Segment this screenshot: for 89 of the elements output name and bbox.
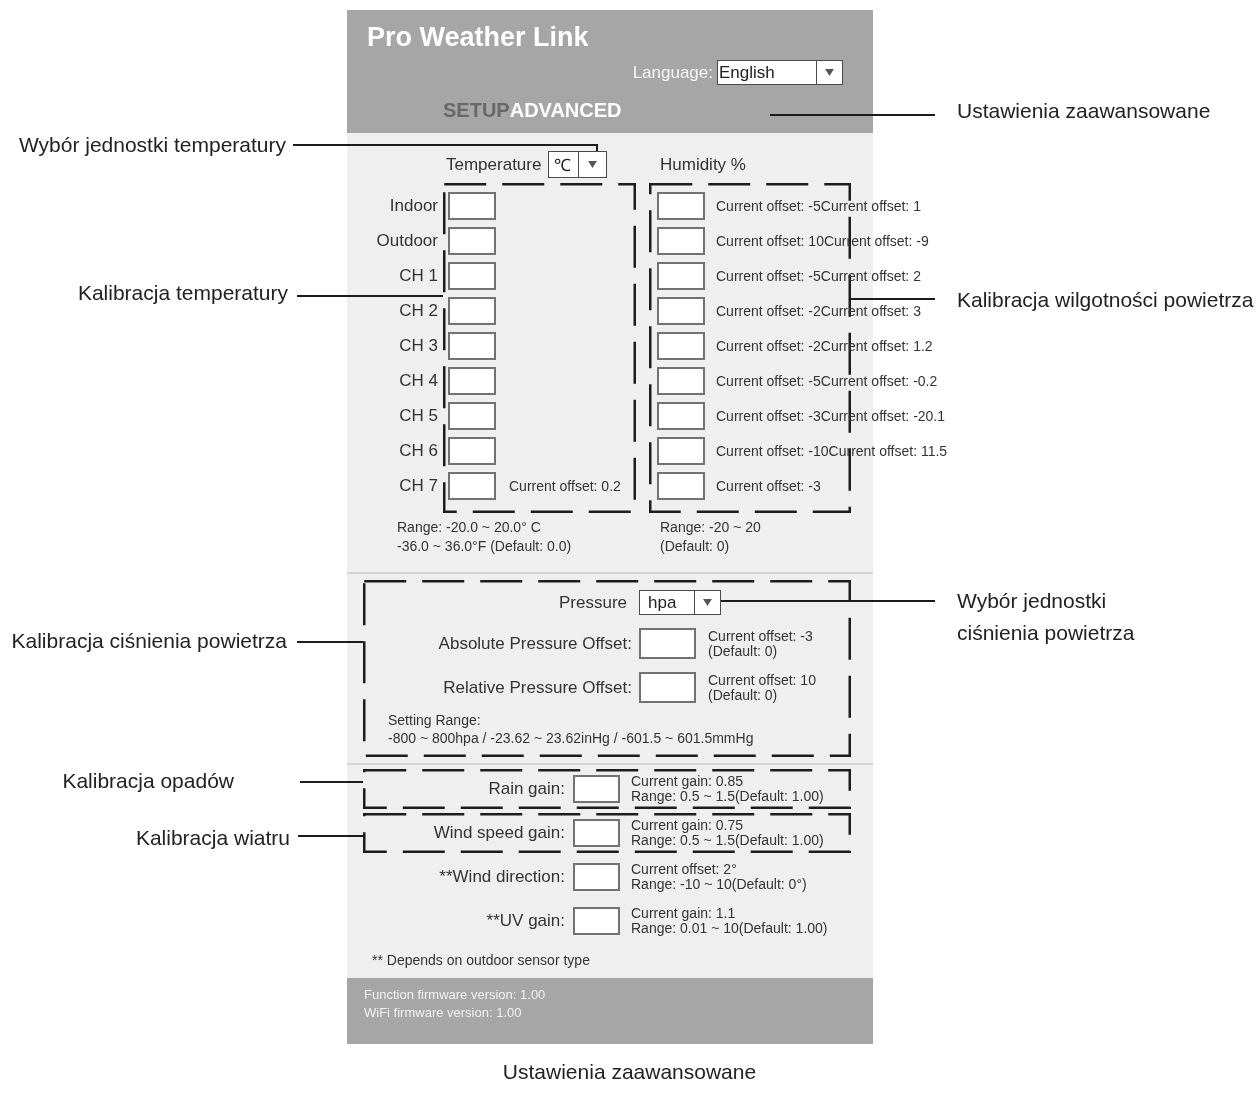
offset-text: Current offset: 10 bbox=[708, 672, 816, 688]
gain-field[interactable] bbox=[573, 819, 620, 847]
offset-field[interactable] bbox=[448, 472, 496, 500]
range-text: (Default: 0) bbox=[660, 537, 731, 556]
offset-field[interactable] bbox=[657, 262, 705, 290]
gain-text: Range: 0.5 ~ 1.5(Default: 1.00) bbox=[631, 833, 824, 848]
offset-label: Absolute Pressure Offset: bbox=[437, 633, 632, 654]
offset-text: Current offset: -5Current offset: 2 bbox=[716, 268, 921, 284]
callout-label: Kalibracja wilgotności powietrza bbox=[957, 287, 1254, 313]
range-text: Range: -20 ~ 20 bbox=[660, 518, 762, 537]
language-select[interactable]: English bbox=[717, 60, 843, 85]
gain-text: Current gain: 0.85 bbox=[631, 774, 745, 789]
offset-field[interactable] bbox=[657, 437, 705, 465]
temperature-label: Temperature bbox=[446, 154, 542, 175]
pressure-label: Pressure bbox=[557, 592, 628, 613]
offset-field[interactable] bbox=[448, 297, 496, 325]
sensor-label: Outdoor bbox=[376, 230, 438, 252]
offset-field[interactable] bbox=[639, 672, 696, 703]
callout-label: Wybór jednostki temperatury bbox=[18, 132, 286, 158]
gain-text: Current gain: 0.75 bbox=[631, 818, 745, 833]
offset-field[interactable] bbox=[657, 227, 705, 255]
offset-field[interactable] bbox=[657, 367, 705, 395]
leader-line bbox=[299, 781, 364, 783]
gain-text: Range: 0.01 ~ 10(Default: 1.00) bbox=[631, 921, 828, 936]
callout-label: Ustawienia zaawansowane bbox=[957, 98, 1211, 124]
range-text: -800 ~ 800hpa / -23.62 ~ 23.62inHg / -601.5 ~ 601.5mmHg bbox=[388, 729, 755, 747]
offset-field[interactable] bbox=[448, 437, 496, 465]
gain-label: **UV gain: bbox=[485, 911, 565, 931]
caret-icon bbox=[703, 599, 712, 606]
gain-field[interactable] bbox=[573, 775, 620, 803]
gain-text: Range: 0.5 ~ 1.5(Default: 1.00) bbox=[631, 789, 824, 804]
offset-field[interactable] bbox=[657, 297, 705, 325]
sensor-label: CH 7 bbox=[399, 475, 438, 497]
firmware-text: WiFi firmware version: 1.00 bbox=[364, 1004, 522, 1022]
gain-label: Rain gain: bbox=[487, 779, 565, 799]
firmware-text: Function firmware version: 1.00 bbox=[364, 986, 546, 1004]
offset-field[interactable] bbox=[448, 402, 496, 430]
app-title: Pro Weather Link bbox=[367, 22, 589, 52]
leader-line bbox=[296, 641, 364, 643]
offset-text: Current offset: -3 bbox=[708, 628, 813, 644]
gain-field[interactable] bbox=[573, 907, 620, 935]
offset-text: Current offset: -5Current offset: 1 bbox=[716, 198, 921, 214]
sensor-label: CH 5 bbox=[399, 405, 438, 427]
callout-label: Kalibracja opadów bbox=[62, 768, 234, 794]
offset-text: Current offset: -3 bbox=[716, 478, 821, 494]
unit-select[interactable]: hpa bbox=[639, 590, 721, 615]
gain-label: **Wind direction: bbox=[438, 867, 565, 887]
sensor-label: CH 1 bbox=[399, 265, 438, 287]
offset-field[interactable] bbox=[657, 472, 705, 500]
language-label: Language: bbox=[632, 62, 713, 83]
range-text: -36.0 ~ 36.0°F (Default: 0.0) bbox=[397, 537, 573, 556]
sensor-label: CH 2 bbox=[399, 300, 438, 322]
sensor-label: CH 6 bbox=[399, 440, 438, 462]
gain-label: Wind speed gain: bbox=[432, 823, 565, 843]
callout-label: Kalibracja wiatru bbox=[135, 825, 290, 851]
gain-field[interactable] bbox=[573, 863, 620, 891]
gain-text: Current gain: 1.1 bbox=[631, 906, 737, 921]
offset-field[interactable] bbox=[448, 262, 496, 290]
caret-icon bbox=[825, 69, 834, 76]
offset-field[interactable] bbox=[448, 192, 496, 220]
offset-field[interactable] bbox=[657, 402, 705, 430]
gain-text: Range: -10 ~ 10(Default: 0°) bbox=[631, 877, 807, 892]
footnote: ** Depends on outdoor sensor type bbox=[371, 953, 590, 968]
unit-select[interactable]: ℃ bbox=[548, 151, 608, 178]
range-text: Setting Range: bbox=[388, 711, 482, 729]
offset-field[interactable] bbox=[657, 192, 705, 220]
offset-field[interactable] bbox=[448, 332, 496, 360]
offset-field[interactable] bbox=[448, 227, 496, 255]
caret-icon bbox=[588, 161, 598, 168]
offset-label: Relative Pressure Offset: bbox=[442, 677, 632, 698]
callout-label: Kalibracja temperatury bbox=[77, 280, 288, 306]
figure-caption: Ustawienia zaawansowane bbox=[502, 1059, 757, 1085]
sensor-label: CH 3 bbox=[399, 335, 438, 357]
offset-text: Current offset: -10Current offset: 11.5 bbox=[716, 443, 948, 459]
gain-text: Current offset: 2° bbox=[631, 862, 738, 877]
offset-field[interactable] bbox=[657, 332, 705, 360]
offset-text: Current offset: -5Current offset: -0.2 bbox=[716, 373, 938, 389]
humidity-label: Humidity % bbox=[660, 154, 746, 175]
range-text: Range: -20.0 ~ 20.0° C bbox=[397, 518, 542, 537]
offset-field[interactable] bbox=[639, 628, 696, 659]
offset-text: Current offset: 0.2 bbox=[509, 478, 621, 494]
offset-text: (Default: 0) bbox=[708, 687, 779, 703]
callout-label: Wybór jednostki ciśnienia powietrza bbox=[957, 588, 1136, 646]
sensor-label: Indoor bbox=[389, 195, 438, 217]
offset-text: (Default: 0) bbox=[708, 643, 779, 659]
leader-line bbox=[297, 835, 364, 837]
sensor-label: CH 4 bbox=[399, 370, 438, 392]
offset-field[interactable] bbox=[448, 367, 496, 395]
callout-label: Kalibracja ciśnienia powietrza bbox=[11, 628, 287, 654]
